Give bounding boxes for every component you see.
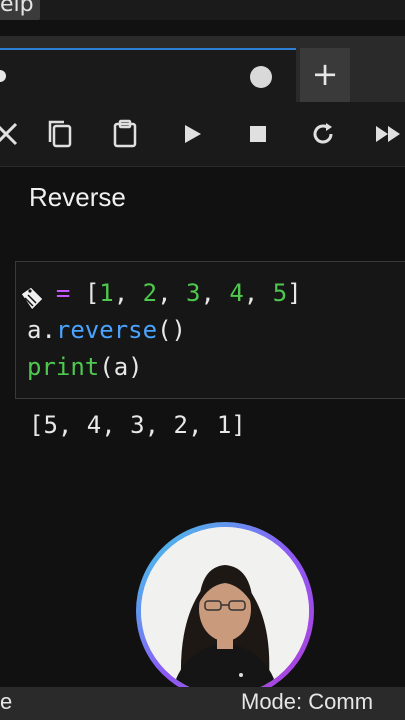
list-item: 2 [142, 279, 158, 307]
code-line-2: a.reverse() [27, 316, 186, 344]
code-line-3: print(a) [27, 353, 143, 381]
status-left-text: e [0, 689, 13, 714]
menu-help[interactable]: elp [0, 0, 40, 20]
code-line-1: = [1, 2, 3, 4, 5] [27, 279, 302, 307]
paste-icon[interactable] [109, 118, 141, 150]
presenter-photo [141, 527, 309, 695]
call-parens: () [157, 316, 186, 344]
builtin-function: print [27, 353, 100, 381]
list-open: [ [84, 279, 100, 307]
new-tab-button[interactable]: + [300, 48, 350, 102]
cut-icon[interactable] [0, 118, 22, 150]
list-item: 5 [272, 279, 288, 307]
list-sep: , [243, 279, 273, 307]
dot-operator: . [41, 316, 56, 344]
status-mode: Mode: Comm [241, 689, 374, 714]
stop-icon[interactable] [242, 118, 274, 150]
list-close: ] [287, 279, 302, 307]
copy-icon[interactable] [44, 118, 76, 150]
markdown-cell[interactable]: Reverse [29, 182, 126, 213]
list-sep: , [200, 279, 230, 307]
presenter-avatar [136, 522, 314, 700]
menu-bar [0, 0, 405, 20]
call-args: (a) [99, 353, 143, 381]
fast-forward-icon[interactable] [372, 118, 404, 150]
unsaved-indicator-icon[interactable] [250, 66, 272, 88]
run-icon[interactable] [176, 118, 208, 150]
cell-output: [5, 4, 3, 2, 1] [29, 411, 246, 439]
method-name: reverse [55, 316, 158, 344]
restart-icon[interactable] [307, 118, 339, 150]
list-sep: , [113, 279, 143, 307]
list-sep: , [157, 279, 186, 307]
list-item: 1 [99, 279, 114, 307]
assign-operator: = [55, 279, 71, 307]
list-item: 3 [185, 279, 201, 307]
list-item: 4 [229, 279, 244, 307]
variable-name: a [27, 316, 42, 344]
